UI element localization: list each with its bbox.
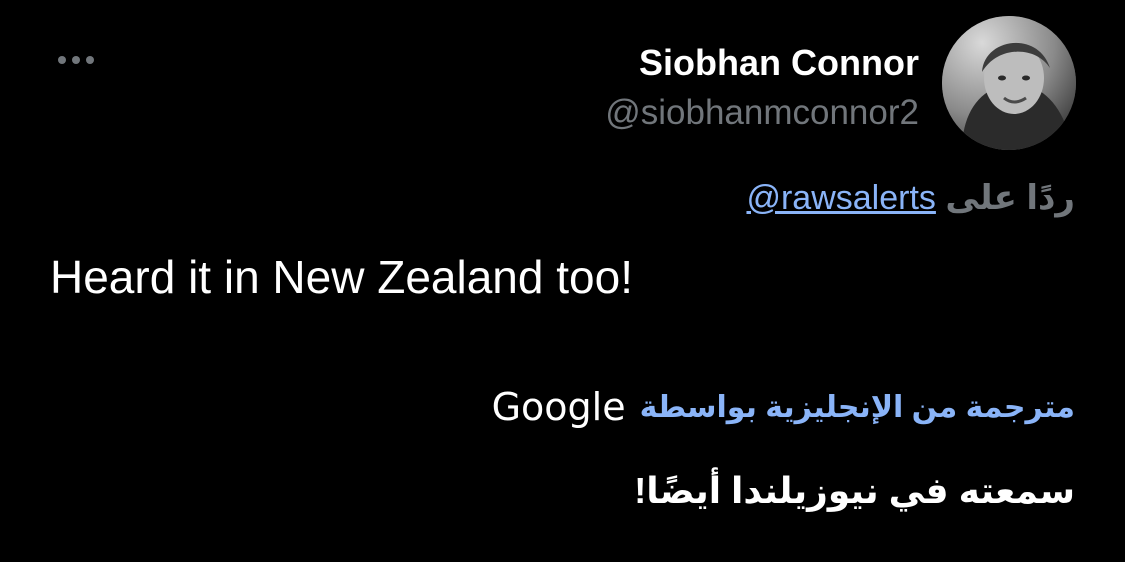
- tweet: Siobhan Connor @siobhanmconnor2 ردًا على…: [0, 0, 1125, 562]
- reply-prefix: ردًا على: [945, 179, 1075, 217]
- reply-mention-link[interactable]: @rawsalerts: [746, 179, 935, 217]
- profile-photo-icon: [942, 16, 1076, 150]
- avatar[interactable]: [942, 16, 1076, 150]
- author-display-name[interactable]: Siobhan Connor: [639, 42, 919, 84]
- translated-text: سمعته في نيوزيلندا أيضًا!: [634, 470, 1075, 511]
- more-dot-icon: [72, 56, 80, 64]
- translation-label[interactable]: مترجمة من الإنجليزية بواسطة: [640, 390, 1075, 425]
- author-handle[interactable]: @siobhanmconnor2: [605, 93, 919, 133]
- more-dot-icon: [58, 56, 66, 64]
- translation-attribution: مترجمة من الإنجليزية بواسطة Google: [492, 385, 1075, 429]
- reply-context: ردًا على @rawsalerts: [746, 178, 1075, 218]
- more-options-button[interactable]: [52, 44, 100, 76]
- tweet-text: Heard it in New Zealand too!: [50, 251, 633, 303]
- google-logo: Google: [491, 385, 626, 429]
- more-dot-icon: [86, 56, 94, 64]
